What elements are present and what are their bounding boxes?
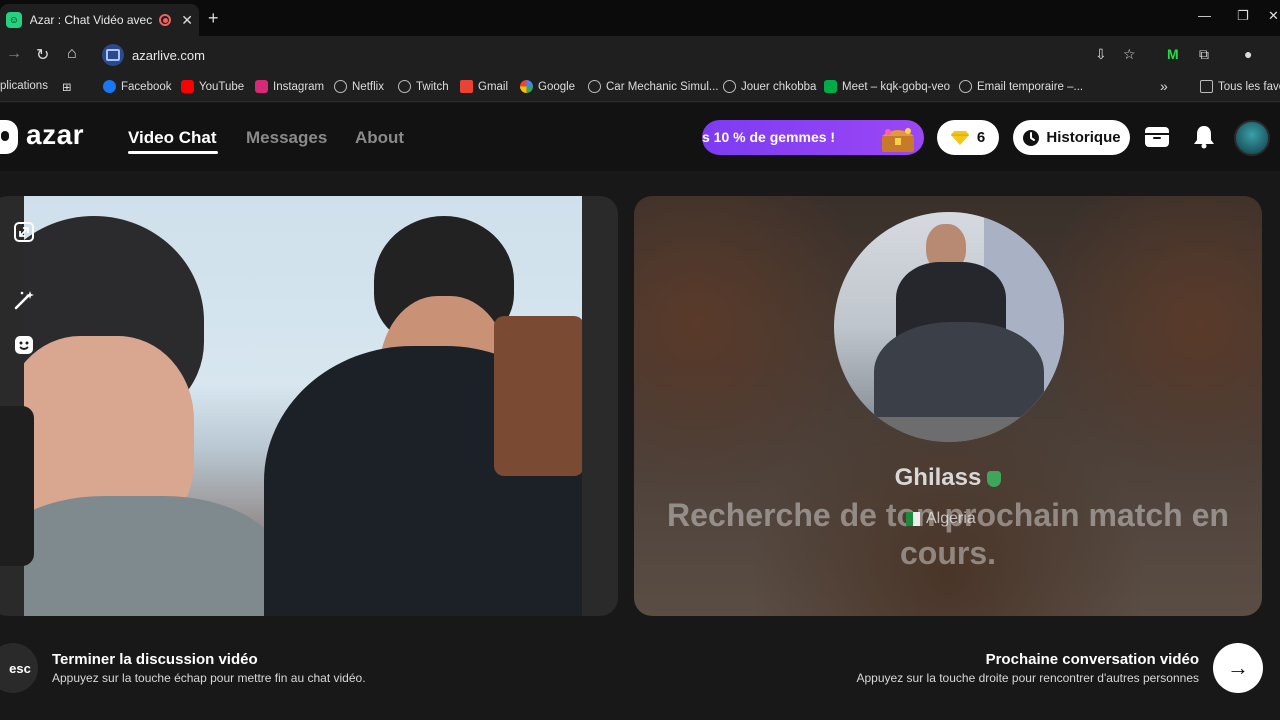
magic-wand-icon[interactable] <box>13 289 35 311</box>
gmail-icon <box>460 80 473 93</box>
photo-scooter <box>874 322 1044 432</box>
nav-active-indicator <box>128 151 218 154</box>
url-text: azarlive.com <box>132 47 205 63</box>
bell-icon[interactable] <box>1191 124 1217 150</box>
verified-badge-icon <box>987 470 1002 487</box>
globe-icon <box>398 80 411 93</box>
end-chat-button[interactable]: esc <box>0 643 38 693</box>
instagram-icon <box>255 80 268 93</box>
end-chat-hint: Appuyez sur la touche échap pour mettre … <box>52 671 366 685</box>
azar-logo-text[interactable]: azar <box>26 119 84 151</box>
globe-icon <box>334 80 347 93</box>
minimize-icon[interactable]: — <box>1198 8 1211 23</box>
bookmark-car-mechanic[interactable]: Car Mechanic Simul... <box>588 80 718 93</box>
bookmark-twitch[interactable]: Twitch <box>398 80 449 93</box>
match-name-row: Ghilass <box>634 464 1262 492</box>
facebook-icon <box>103 80 116 93</box>
youtube-icon <box>181 80 194 93</box>
camera-side-toolbar <box>0 406 34 566</box>
bookmark-chkobba[interactable]: Jouer chkobba <box>723 80 816 93</box>
bookmark-youtube[interactable]: YouTube <box>181 80 244 93</box>
arrow-right-icon: → <box>1227 655 1249 680</box>
local-camera-feed <box>24 196 582 616</box>
meet-icon <box>824 80 837 93</box>
app-header: azar Video Chat Messages About s 10 % de… <box>0 103 1280 171</box>
bookmark-gmail[interactable]: Gmail <box>460 80 508 93</box>
match-country: Algeria <box>906 510 976 528</box>
photo-ground <box>834 417 1064 442</box>
nav-video-chat[interactable]: Video Chat <box>128 128 216 148</box>
forward-icon[interactable]: → <box>6 45 22 63</box>
local-video-panel <box>0 196 618 616</box>
tab-title: Azar : Chat Vidéo avec de n <box>29 13 156 27</box>
new-tab-button[interactable]: + <box>208 8 219 29</box>
restore-icon[interactable]: ❐ <box>1237 8 1249 24</box>
remote-video-panel: Recherche de ton prochain match en cours… <box>634 196 1262 616</box>
window-close-icon[interactable]: ✕ <box>1268 8 1279 24</box>
match-profile-photo <box>834 212 1064 442</box>
browser-tab-bar: ☺ Azar : Chat Vidéo avec de n ✕ + — ❐ ✕ <box>0 0 1280 36</box>
azar-logo-icon[interactable] <box>0 120 18 154</box>
browser-tab[interactable]: ☺ Azar : Chat Vidéo avec de n ✕ <box>0 4 199 36</box>
extension-m-icon[interactable]: M <box>1167 46 1179 62</box>
bookmark-instagram[interactable]: Instagram <box>255 80 324 93</box>
address-bar[interactable]: azarlive.com <box>100 41 1145 69</box>
clock-icon <box>1023 129 1040 146</box>
esc-key-label: esc <box>9 660 31 676</box>
folder-icon <box>1200 80 1213 93</box>
bookmark-email-temp[interactable]: Email temporaire –... <box>959 80 1083 93</box>
apps-grid-icon[interactable]: ⊞ <box>62 80 72 94</box>
inbox-icon[interactable] <box>1144 124 1170 150</box>
home-icon[interactable]: ⌂ <box>67 45 77 63</box>
globe-icon <box>723 80 736 93</box>
bookmark-google[interactable]: Google <box>520 80 575 93</box>
algeria-flag-icon <box>906 512 920 526</box>
match-country-name: Algeria <box>926 510 976 527</box>
next-chat-button[interactable]: → <box>1213 643 1263 693</box>
gems-count: 6 <box>976 129 986 146</box>
bookmark-all-favorites[interactable]: Tous les favo <box>1200 80 1280 93</box>
google-icon <box>520 80 533 93</box>
bookmark-meet[interactable]: Meet – kqk-gobq-veo <box>824 80 950 93</box>
expand-icon[interactable] <box>13 221 35 243</box>
promo-text: s 10 % de gemmes ! <box>702 129 836 145</box>
history-button[interactable]: Historique <box>1013 120 1130 155</box>
gems-balance-button[interactable]: 6 <box>937 120 999 155</box>
history-label: Historique <box>1046 129 1121 146</box>
bookmark-netflix[interactable]: Netflix <box>334 80 384 93</box>
gem-icon <box>950 130 969 145</box>
next-chat-title: Prochaine conversation vidéo <box>985 651 1199 668</box>
azar-favicon-icon: ☺ <box>6 12 22 28</box>
browser-toolbar: → ↻ ⌂ azarlive.com ⇩ ☆ M ⧉ ● <box>0 36 1280 74</box>
reload-icon[interactable]: ↻ <box>36 45 49 65</box>
match-name: Ghilass <box>894 464 982 491</box>
treasure-chest-icon <box>882 128 914 152</box>
tab-close-icon[interactable]: ✕ <box>181 12 193 29</box>
bookmark-applications[interactable]: plications <box>0 80 48 92</box>
bookmark-star-icon[interactable]: ☆ <box>1123 46 1136 63</box>
recording-icon <box>159 14 172 26</box>
user-avatar[interactable] <box>1234 120 1270 156</box>
site-info-icon[interactable] <box>102 44 124 66</box>
bookmarks-overflow-icon[interactable]: » <box>1160 78 1168 94</box>
globe-icon <box>959 80 972 93</box>
gems-promo-banner[interactable]: s 10 % de gemmes ! <box>702 120 924 155</box>
face-filter-icon[interactable] <box>13 334 35 356</box>
install-app-icon[interactable]: ⇩ <box>1095 46 1107 63</box>
extensions-icon[interactable]: ⧉ <box>1199 46 1209 63</box>
bookmarks-bar: plications ⊞ Facebook YouTube Instagram … <box>0 74 1280 102</box>
wooden-furniture <box>494 316 582 476</box>
nav-messages[interactable]: Messages <box>246 128 327 148</box>
next-chat-hint: Appuyez sur la touche droite pour rencon… <box>856 671 1200 685</box>
bookmark-facebook[interactable]: Facebook <box>103 80 172 93</box>
profile-icon[interactable]: ● <box>1244 46 1252 62</box>
globe-icon <box>588 80 601 93</box>
searching-status-text: Recherche de ton prochain match en cours… <box>667 497 1229 571</box>
end-chat-title: Terminer la discussion vidéo <box>52 651 258 668</box>
person-body-left <box>24 496 284 616</box>
nav-about[interactable]: About <box>355 128 404 148</box>
